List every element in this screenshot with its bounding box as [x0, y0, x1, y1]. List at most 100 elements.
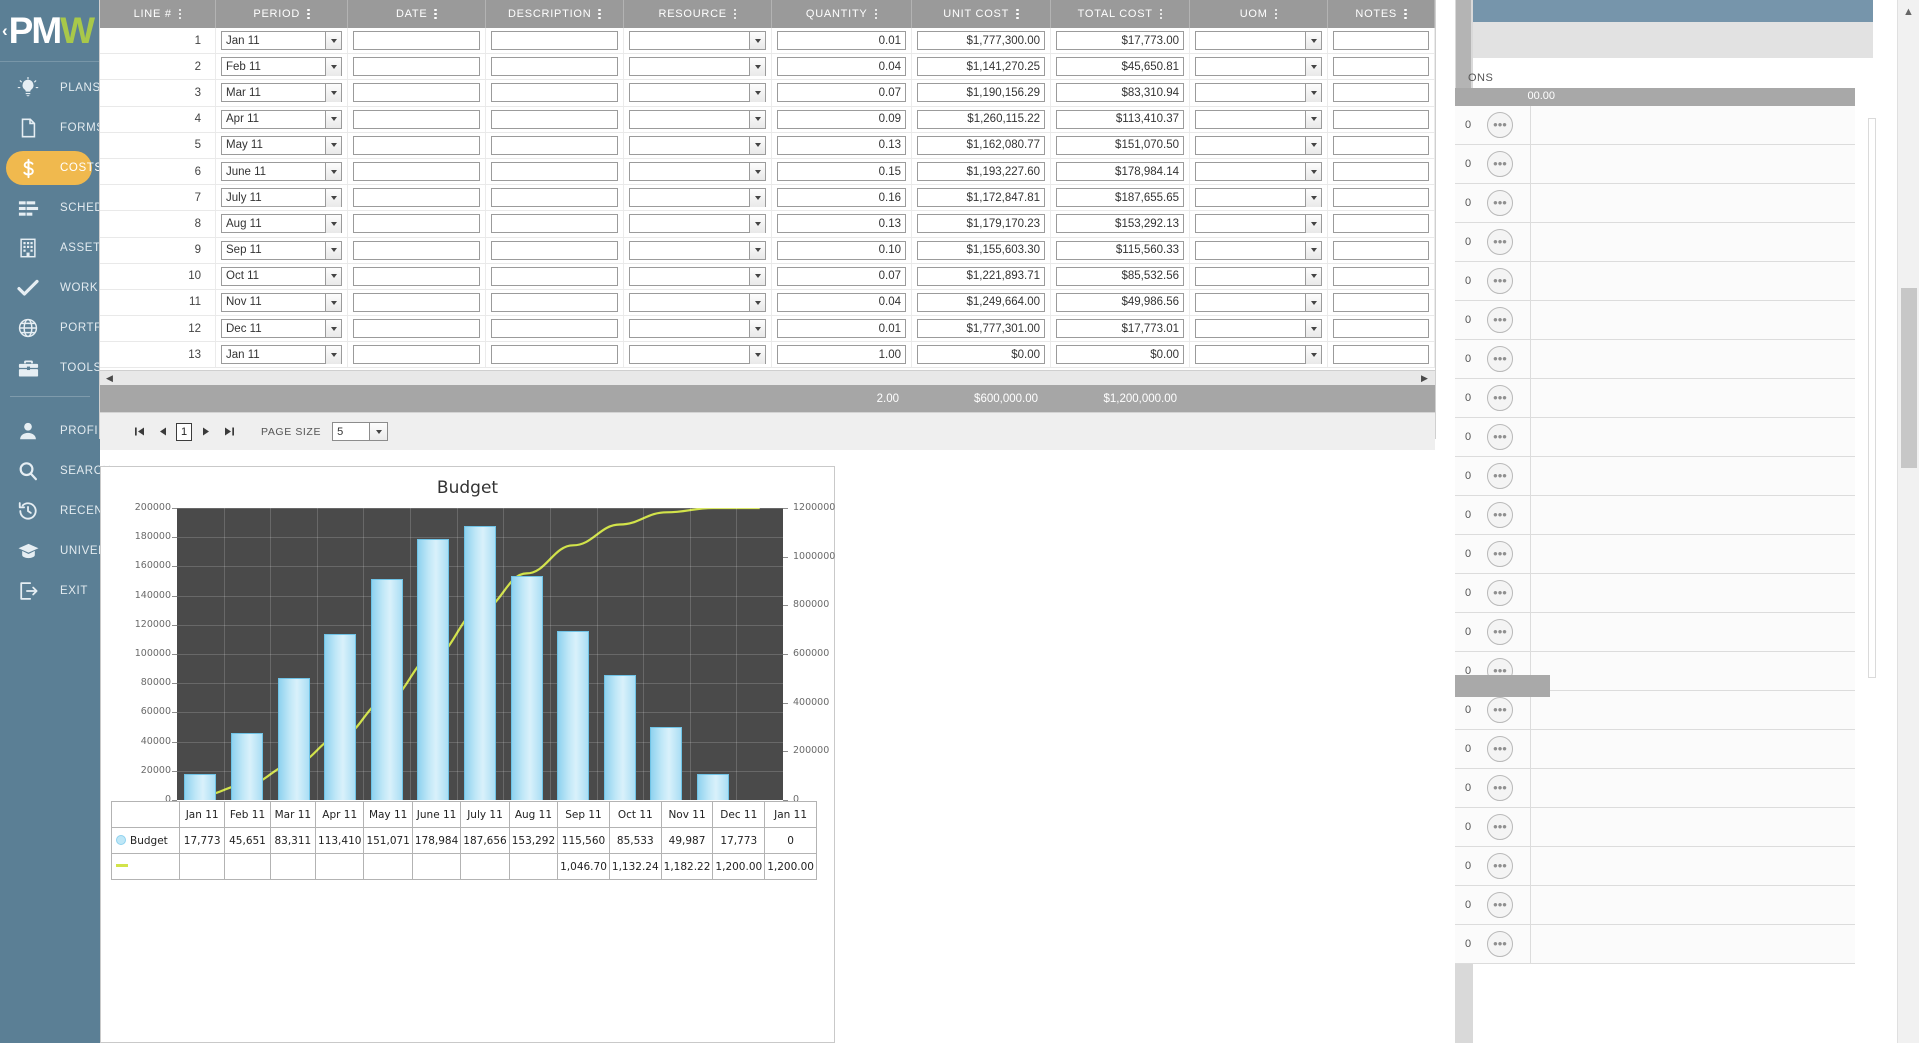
cell-period-select[interactable]: July 11 [221, 188, 342, 208]
sidebar-item-forms[interactable]: FORMS [0, 108, 104, 148]
pager-prev-button[interactable] [153, 422, 171, 442]
grid-row[interactable]: 2 Feb 11 0.04 $1,141,270.25 $45,650.81 [100, 54, 1435, 81]
background-row[interactable]: 0 ••• [1455, 145, 1855, 184]
cell-date-input[interactable] [353, 240, 480, 260]
cell-notes-input[interactable] [1333, 292, 1429, 312]
dropdown-arrow-icon[interactable] [325, 346, 341, 364]
row-actions-icon[interactable]: ••• [1487, 697, 1513, 723]
cell-resource-select[interactable] [629, 240, 766, 260]
cell-unit-cost-input[interactable]: $1,777,301.00 [917, 319, 1045, 339]
background-row[interactable]: 0 ••• [1455, 418, 1855, 457]
background-row[interactable]: 0 ••• [1455, 184, 1855, 223]
row-actions-icon[interactable]: ••• [1487, 385, 1513, 411]
cell-resource-select[interactable] [629, 162, 766, 182]
cell-total-cost-input[interactable]: $113,410.37 [1056, 109, 1184, 129]
dropdown-arrow-icon[interactable] [749, 32, 765, 50]
background-row[interactable]: 0 ••• [1455, 457, 1855, 496]
cell-total-cost-input[interactable]: $115,560.33 [1056, 240, 1184, 260]
dropdown-arrow-icon[interactable] [749, 215, 765, 233]
cell-uom-select[interactable] [1195, 109, 1322, 129]
cell-description-input[interactable] [491, 319, 618, 339]
cell-date-input[interactable] [353, 109, 480, 129]
column-menu-icon[interactable] [307, 8, 310, 20]
cell-total-cost-input[interactable]: $45,650.81 [1056, 57, 1184, 77]
background-row[interactable]: 0 ••• [1455, 925, 1855, 964]
background-row[interactable]: 0 ••• [1455, 535, 1855, 574]
dropdown-arrow-icon[interactable] [749, 241, 765, 259]
app-logo[interactable]: ‹ PMW [0, 0, 100, 62]
background-row[interactable]: 0 ••• [1455, 613, 1855, 652]
cell-uom-select[interactable] [1195, 214, 1322, 234]
background-row[interactable]: 0 ••• [1455, 340, 1855, 379]
row-actions-icon[interactable]: ••• [1487, 190, 1513, 216]
cell-resource-select[interactable] [629, 292, 766, 312]
sidebar-item-tools[interactable]: TOOLS [0, 348, 101, 388]
cell-resource-select[interactable] [629, 83, 766, 103]
cell-unit-cost-input[interactable]: $1,162,080.77 [917, 135, 1045, 155]
sidebar-item-workflow[interactable]: WORKFLOW [0, 268, 133, 308]
cell-total-cost-input[interactable]: $178,984.14 [1056, 162, 1184, 182]
cell-description-input[interactable] [491, 240, 618, 260]
cell-uom-select[interactable] [1195, 57, 1322, 77]
cell-notes-input[interactable] [1333, 345, 1429, 365]
dropdown-arrow-icon[interactable] [1305, 320, 1321, 338]
cell-description-input[interactable] [491, 266, 618, 286]
cell-quantity-input[interactable]: 0.09 [777, 109, 906, 129]
scroll-up-icon[interactable]: ▲ [1903, 6, 1914, 18]
background-row[interactable]: 0 ••• [1455, 574, 1855, 613]
cell-total-cost-input[interactable]: $85,532.56 [1056, 266, 1184, 286]
dropdown-arrow-icon[interactable] [1305, 189, 1321, 207]
cell-period-select[interactable]: Aug 11 [221, 214, 342, 234]
grid-row[interactable]: 11 Nov 11 0.04 $1,249,664.00 $49,986.56 [100, 289, 1435, 317]
grid-row[interactable]: 10 Oct 11 0.07 $1,221,893.71 $85,532.56 [100, 263, 1435, 290]
cell-date-input[interactable] [353, 345, 480, 365]
row-actions-icon[interactable]: ••• [1487, 463, 1513, 489]
cell-resource-select[interactable] [629, 188, 766, 208]
sidebar-item-search[interactable]: SEARCH [0, 451, 111, 491]
dropdown-arrow-icon[interactable] [749, 84, 765, 102]
grid-row[interactable]: 5 May 11 0.13 $1,162,080.77 $151,070.50 [100, 132, 1435, 159]
dropdown-arrow-icon[interactable] [325, 84, 341, 102]
cell-unit-cost-input[interactable]: $1,190,156.29 [917, 83, 1045, 103]
cell-notes-input[interactable] [1333, 162, 1429, 182]
cell-period-select[interactable]: May 11 [221, 135, 342, 155]
row-actions-icon[interactable]: ••• [1487, 424, 1513, 450]
cell-period-select[interactable]: Feb 11 [221, 57, 342, 77]
cell-uom-select[interactable] [1195, 162, 1322, 182]
sidebar-item-profile[interactable]: PROFILE [0, 411, 113, 451]
page-size-dropdown-icon[interactable] [370, 422, 389, 441]
row-actions-icon[interactable]: ••• [1487, 112, 1513, 138]
sidebar-item-costs[interactable]: COSTS [0, 148, 102, 188]
grid-row[interactable]: 13 Jan 11 1.00 $0.00 $0.00 [100, 342, 1435, 369]
cell-description-input[interactable] [491, 162, 618, 182]
pager-next-button[interactable] [197, 422, 215, 442]
dropdown-arrow-icon[interactable] [1305, 163, 1321, 181]
dropdown-arrow-icon[interactable] [1305, 32, 1321, 50]
cell-quantity-input[interactable]: 0.15 [777, 162, 906, 182]
dropdown-arrow-icon[interactable] [325, 293, 341, 312]
cell-total-cost-input[interactable]: $17,773.01 [1056, 319, 1184, 339]
background-row[interactable]: 0 ••• [1455, 496, 1855, 535]
cell-total-cost-input[interactable]: $49,986.56 [1056, 292, 1184, 312]
pager-first-button[interactable] [130, 422, 148, 442]
cell-resource-select[interactable] [629, 31, 766, 51]
cell-uom-select[interactable] [1195, 240, 1322, 260]
background-row[interactable]: 0 ••• [1455, 223, 1855, 262]
cell-period-select[interactable]: June 11 [221, 162, 342, 182]
grid-column-header-quantity[interactable]: QUANTITY [772, 0, 912, 28]
sidebar-collapse-icon[interactable]: ‹ [2, 21, 8, 41]
row-actions-icon[interactable]: ••• [1487, 619, 1513, 645]
row-actions-icon[interactable]: ••• [1487, 814, 1513, 840]
row-actions-icon[interactable]: ••• [1487, 346, 1513, 372]
cell-date-input[interactable] [353, 31, 480, 51]
background-row[interactable]: 0 ••• [1455, 106, 1855, 145]
cell-quantity-input[interactable]: 0.01 [777, 319, 906, 339]
row-actions-icon[interactable]: ••• [1487, 268, 1513, 294]
sidebar-item-exit[interactable]: EXIT [0, 571, 100, 611]
dropdown-arrow-icon[interactable] [325, 32, 341, 50]
dropdown-arrow-icon[interactable] [749, 346, 765, 364]
grid-column-header-line[interactable]: LINE # [100, 0, 216, 28]
cell-description-input[interactable] [491, 188, 618, 208]
cell-uom-select[interactable] [1195, 319, 1322, 339]
cell-period-select[interactable]: Sep 11 [221, 240, 342, 260]
